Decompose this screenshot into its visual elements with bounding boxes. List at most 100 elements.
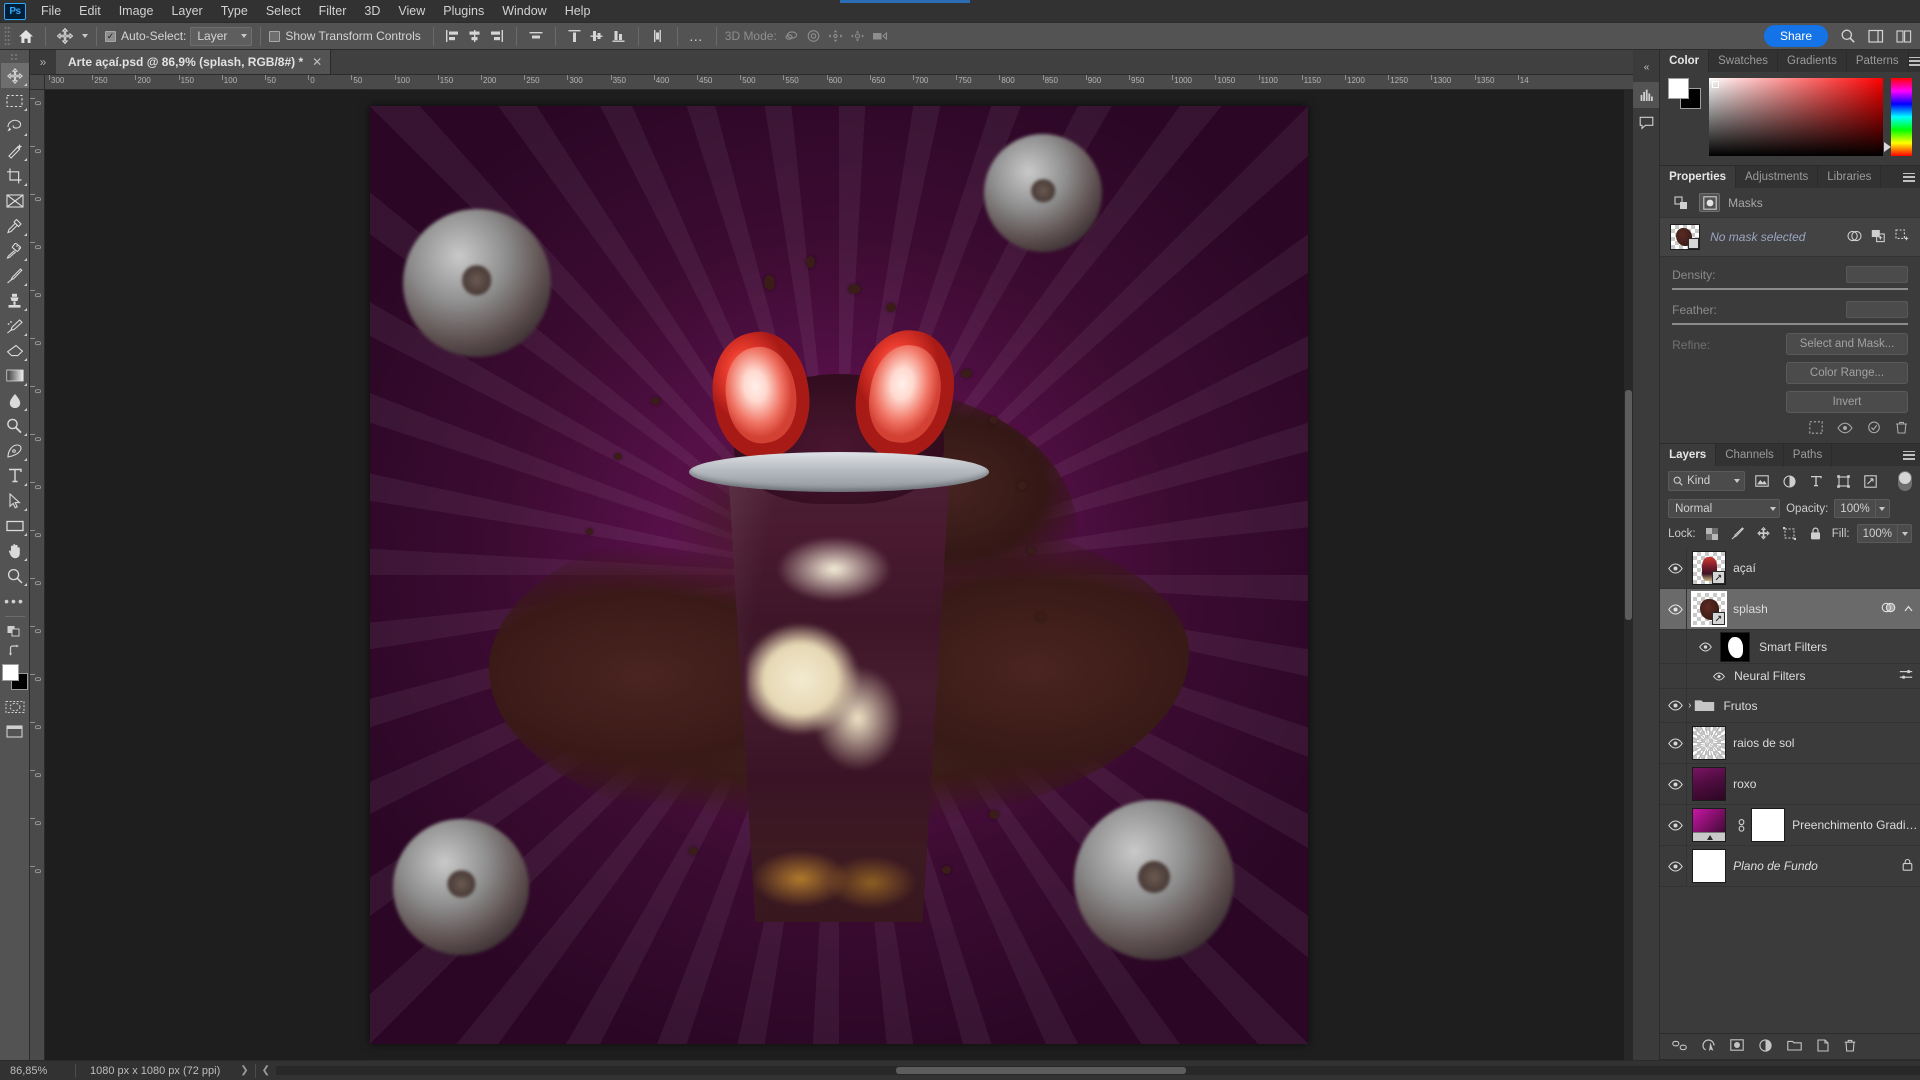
comments-icon[interactable] [1633,110,1659,136]
align-vertical-centers-icon[interactable] [586,26,608,46]
blend-mode-dropdown[interactable]: Normal [1668,499,1781,518]
arrange-documents-icon[interactable] [1892,25,1916,47]
layer-row-raios-de-sol[interactable]: raios de sol [1660,723,1920,764]
tab-patterns[interactable]: Patterns [1847,50,1909,72]
horizontal-scrollbar[interactable] [276,1066,1920,1075]
layer-thumbnail[interactable] [1692,726,1727,760]
workspace-icon[interactable] [1864,25,1888,47]
layer-name[interactable]: splash [1733,602,1768,616]
lasso-tool[interactable] [1,113,29,138]
tab-color[interactable]: Color [1660,50,1710,72]
new-layer-icon[interactable] [1817,1038,1829,1055]
layer-name[interactable]: raios de sol [1733,736,1794,750]
layer-name[interactable]: açaí [1733,561,1756,575]
filter-settings-icon[interactable] [1899,669,1913,683]
panel-menu-icon[interactable] [1898,444,1920,466]
path-selection-tool[interactable] [1,488,29,513]
layer-visibility-eye-icon[interactable] [1664,562,1686,574]
layer-row-smart-filters[interactable]: Smart Filters [1660,630,1920,664]
horizontal-ruler[interactable]: 300 250 200 150 100 50 0 50 100 150 200 250 300 350 40… [45,75,1633,90]
canvas-viewport[interactable] [45,90,1633,1060]
align-bottom-edges-icon[interactable] [608,26,630,46]
fill-value[interactable]: 100% [1856,524,1898,543]
layer-visibility-eye-icon[interactable] [1664,700,1686,711]
3d-pan-icon[interactable] [825,26,847,46]
gradient-tool[interactable] [1,363,29,388]
swap-colors-icon[interactable] [1,640,29,660]
delete-mask-icon[interactable] [1895,421,1908,437]
lock-artboard-nesting-icon[interactable] [1780,524,1799,543]
tab-properties[interactable]: Properties [1660,166,1736,188]
lock-transparent-pixels-icon[interactable] [1703,524,1722,543]
filters-on-off-toggle[interactable] [1898,471,1912,491]
ruler-corner[interactable] [30,75,45,90]
layer-thumbnail[interactable] [1692,551,1727,585]
opacity-value[interactable]: 100% [1834,499,1876,518]
menu-item-image[interactable]: Image [110,1,163,21]
gradient-fill-thumbnail[interactable] [1692,808,1727,842]
menu-item-layer[interactable]: Layer [162,1,211,21]
layer-list[interactable]: açaí splash Smart Filters Neural Filters… [1660,548,1920,1033]
3d-camera-icon[interactable] [869,26,891,46]
layer-visibility-eye-icon[interactable] [1664,603,1686,615]
align-right-edges-icon[interactable] [486,26,508,46]
history-brush-tool[interactable] [1,313,29,338]
default-colors-icon[interactable] [1,620,29,640]
menu-item-type[interactable]: Type [212,1,257,21]
color-foreground-swatch[interactable] [1668,78,1690,99]
layer-visibility-eye-icon[interactable] [1664,737,1686,749]
new-group-icon[interactable] [1787,1039,1802,1054]
layer-row-roxo[interactable]: roxo [1660,764,1920,805]
layer-name[interactable]: roxo [1733,777,1756,791]
tab-adjustments[interactable]: Adjustments [1736,166,1819,188]
invert-button[interactable]: Invert [1786,391,1908,413]
artboard[interactable] [370,106,1308,1044]
tools-panel-grip[interactable] [10,53,19,61]
layer-name[interactable]: Preenchimento Gradiente 1 [1792,818,1920,832]
hue-slider[interactable] [1884,78,1912,156]
distribute-horizontal-icon[interactable] [525,26,547,46]
vertical-scrollbar-thumb[interactable] [1625,390,1632,620]
neural-filter-visibility-eye-icon[interactable] [1708,671,1730,681]
hand-tool[interactable] [1,538,29,563]
add-mask-icon[interactable] [1871,229,1886,246]
filter-shape-icon[interactable] [1833,472,1853,491]
layer-name[interactable]: Frutos [1723,699,1757,713]
layer-filter-kind-dropdown[interactable]: Kind [1668,471,1746,491]
move-tool-icon[interactable] [54,26,76,46]
fill-stepper-chevron-down-icon[interactable] [1898,524,1912,543]
group-expand-chevron-icon[interactable]: › [1688,700,1691,711]
layer-visibility-eye-icon[interactable] [1664,778,1686,790]
density-value-field[interactable] [1846,266,1908,283]
screen-mode-icon[interactable] [1,719,29,744]
opacity-stepper-chevron-down-icon[interactable] [1875,499,1890,518]
smart-filter-effects-icon[interactable] [1881,601,1896,617]
menu-item-3d[interactable]: 3D [355,1,389,21]
density-slider-track[interactable] [1672,288,1908,290]
eraser-tool[interactable] [1,338,29,363]
rectangular-marquee-tool[interactable] [1,88,29,113]
options-bar-grip[interactable] [4,26,11,46]
layer-name[interactable]: Smart Filters [1759,640,1827,654]
move-tool[interactable] [0,63,29,88]
menu-item-plugins[interactable]: Plugins [434,1,493,21]
layer-visibility-eye-icon[interactable] [1664,860,1686,872]
tab-swatches[interactable]: Swatches [1709,50,1778,72]
3d-roll-icon[interactable] [803,26,825,46]
color-swatches[interactable] [1,664,28,690]
frame-tool[interactable] [1,188,29,213]
link-mask-icon[interactable] [1735,818,1747,832]
crop-tool[interactable] [1,163,29,188]
3d-slide-icon[interactable] [847,26,869,46]
histogram-icon[interactable] [1633,82,1660,108]
more-options-icon[interactable]: … [686,26,708,46]
lock-all-icon[interactable] [1806,524,1825,543]
layer-visibility-eye-icon[interactable] [1664,819,1686,831]
lock-image-pixels-icon[interactable] [1728,524,1747,543]
home-icon[interactable] [15,26,37,46]
delete-layer-icon[interactable] [1844,1039,1856,1055]
auto-select-scope-dropdown[interactable]: Layer [190,26,253,46]
add-layer-mask-icon[interactable] [1730,1039,1744,1054]
feather-slider-track[interactable] [1672,323,1908,325]
layer-thumbnail[interactable] [1692,849,1727,883]
